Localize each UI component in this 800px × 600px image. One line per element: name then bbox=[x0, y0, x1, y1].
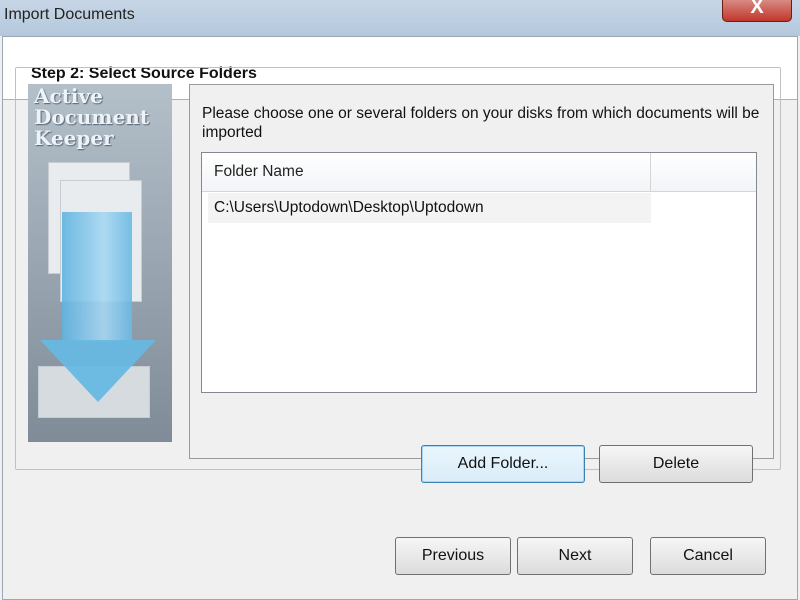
list-header: Folder Name bbox=[202, 153, 756, 192]
arrow-icon bbox=[62, 212, 132, 342]
column-header-folder-name[interactable]: Folder Name bbox=[202, 153, 651, 191]
cancel-button[interactable]: Cancel bbox=[650, 537, 766, 575]
next-button[interactable]: Next bbox=[517, 537, 633, 575]
arrow-down-icon bbox=[40, 340, 156, 402]
instructions-text: Please choose one or several folders on … bbox=[202, 105, 760, 141]
window-title: Import Documents bbox=[4, 6, 135, 23]
brand-line: Document bbox=[34, 105, 150, 129]
brand-line: Keeper bbox=[34, 126, 114, 150]
delete-button[interactable]: Delete bbox=[599, 445, 753, 483]
list-item[interactable]: C:\Users\Uptodown\Desktop\Uptodown bbox=[208, 193, 651, 223]
folder-path: C:\Users\Uptodown\Desktop\Uptodown bbox=[214, 199, 484, 216]
previous-button[interactable]: Previous bbox=[395, 537, 511, 575]
wizard-side-image: Active Document Keeper bbox=[28, 84, 172, 442]
window-close-button[interactable]: X bbox=[722, 0, 792, 22]
close-icon: X bbox=[750, 0, 764, 18]
add-folder-button[interactable]: Add Folder... bbox=[421, 445, 585, 483]
folder-list[interactable]: Folder Name C:\Users\Uptodown\Desktop\Up… bbox=[201, 152, 757, 393]
brand-line: Active bbox=[34, 84, 103, 108]
brand-logo-text: Active Document Keeper bbox=[34, 86, 149, 149]
column-header-label: Folder Name bbox=[214, 163, 304, 180]
title-bar: Import Documents X bbox=[0, 0, 800, 36]
